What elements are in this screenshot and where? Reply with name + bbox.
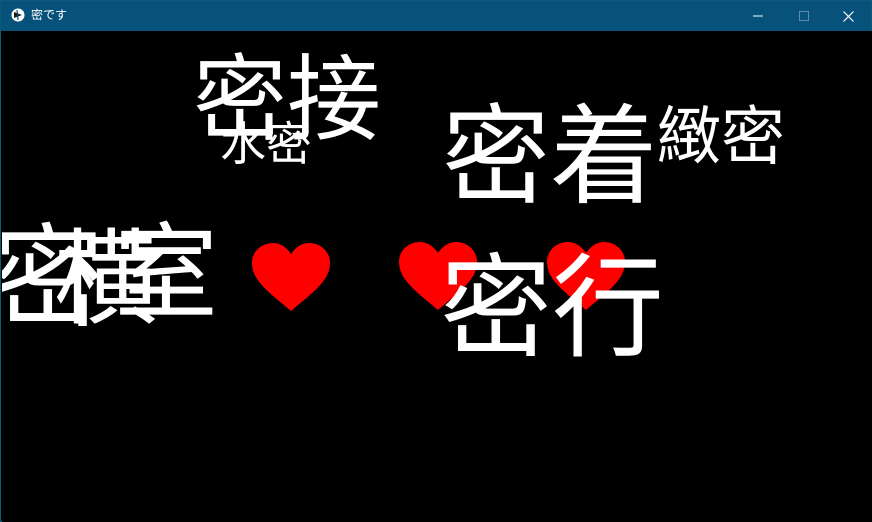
title-bar[interactable]: 密です — [1, 1, 871, 31]
window-title: 密です — [31, 8, 68, 22]
minimize-button[interactable] — [735, 1, 781, 31]
word-micchaku: 密着 — [442, 95, 659, 220]
word-shitsu: 室 — [114, 212, 219, 334]
minimize-icon — [753, 15, 763, 17]
app-window: 密です 密接 水密 密着 緻密 密 横 室 密行 — [0, 0, 872, 522]
word-mikkou: 密行 — [440, 244, 664, 374]
word-chimitsu: 緻密 — [657, 101, 785, 175]
close-button[interactable] — [825, 1, 871, 31]
maximize-button[interactable] — [781, 1, 827, 31]
maximize-icon — [799, 11, 809, 21]
heart-icon — [252, 243, 330, 311]
app-logo-icon — [11, 8, 25, 22]
game-canvas[interactable]: 密接 水密 密着 緻密 密 横 室 密行 — [2, 31, 872, 522]
close-icon — [842, 10, 854, 22]
word-suimitsu: 水密 — [220, 117, 312, 171]
